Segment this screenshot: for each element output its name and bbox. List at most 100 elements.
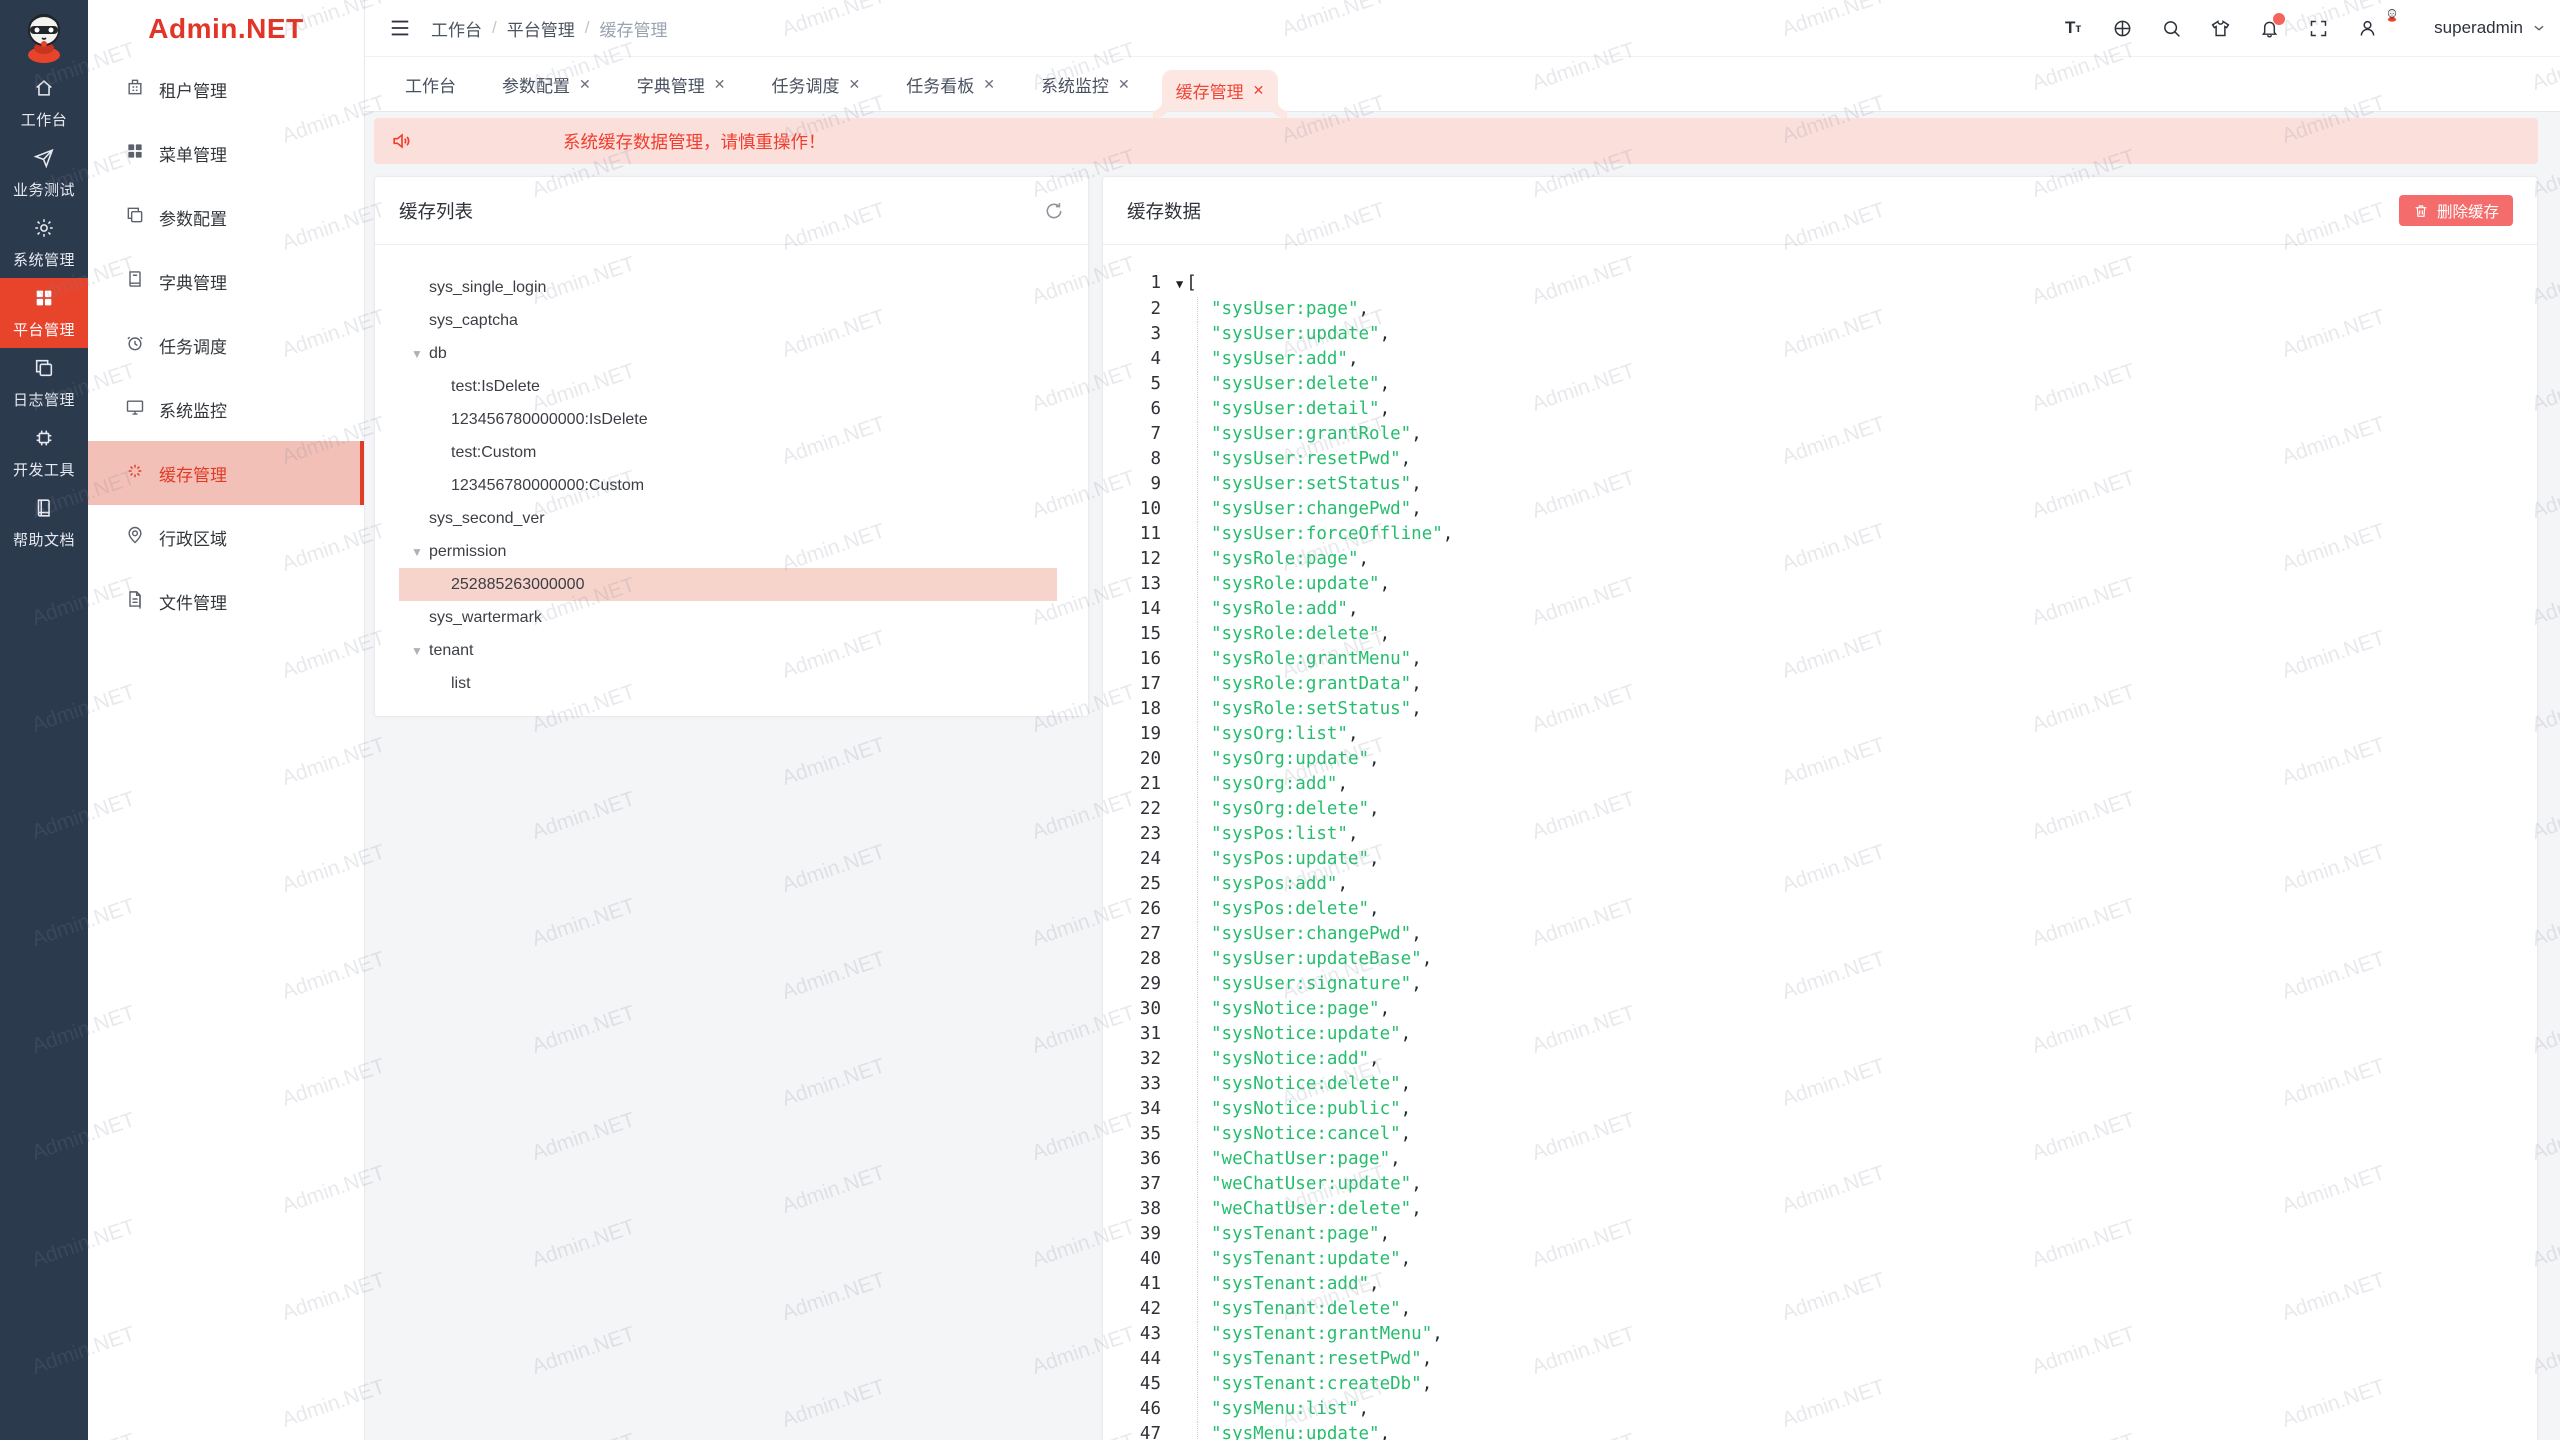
theme-icon[interactable] (2208, 16, 2232, 40)
profile-icon[interactable] (2355, 16, 2379, 40)
line-number: 21 (1103, 772, 1161, 797)
breadcrumb-item[interactable]: 平台管理 (507, 16, 575, 41)
menu-item-文件管理[interactable]: 文件管理 (88, 569, 364, 633)
comma: , (1422, 1349, 1433, 1369)
line-number: 38 (1103, 1197, 1161, 1222)
menu-item-label: 行政区域 (159, 525, 227, 550)
tree-node-permission[interactable]: ▼ permission (399, 535, 1057, 568)
tab-close-icon[interactable]: ✕ (848, 76, 860, 93)
tab-字典管理[interactable]: 字典管理✕ (623, 57, 740, 111)
menu-item-任务调度[interactable]: 任务调度 (88, 313, 364, 377)
tree-node-label: permission (429, 543, 506, 561)
caret-down-icon[interactable]: ▼ (411, 546, 425, 558)
user-menu[interactable]: superadmin (2385, 8, 2546, 48)
code-line: 41"sysTenant:add", (1103, 1272, 2537, 1297)
tree-node-db[interactable]: ▼db (399, 337, 1057, 370)
line-number: 3 (1103, 322, 1161, 347)
code-line: 6"sysUser:detail", (1103, 397, 2537, 422)
comma: , (1380, 1424, 1391, 1440)
tree-node-sys_wartermark[interactable]: sys_wartermark (399, 601, 1057, 634)
json-string: "sysOrg:update" (1211, 749, 1369, 769)
breadcrumb-item[interactable]: 缓存管理 (599, 16, 667, 41)
tab-缓存管理[interactable]: 缓存管理✕ (1162, 70, 1279, 111)
tree-node-sys_captcha[interactable]: sys_captcha (399, 304, 1057, 337)
tab-任务调度[interactable]: 任务调度✕ (757, 57, 874, 111)
json-string: "sysTenant:resetPwd" (1211, 1349, 1422, 1369)
tab-close-icon[interactable]: ✕ (1118, 76, 1130, 93)
comma: , (1390, 1149, 1401, 1169)
rail-item-平台管理[interactable]: 平台管理 (0, 278, 88, 348)
rail-item-帮助文档[interactable]: 帮助文档 (0, 488, 88, 558)
tree-node-123456780000000:IsDelete[interactable]: 123456780000000:IsDelete (399, 403, 1057, 436)
grid-icon (33, 287, 55, 314)
code-line: 35"sysNotice:cancel", (1103, 1122, 2537, 1147)
cache-tree: sys_single_loginsys_captcha▼dbtest:IsDel… (375, 245, 1088, 700)
json-string: "sysMenu:list" (1211, 1399, 1359, 1419)
search-icon[interactable] (2159, 16, 2183, 40)
grid-icon (125, 141, 145, 166)
menu-item-系统监控[interactable]: 系统监控 (88, 377, 364, 441)
collapse-caret-icon[interactable]: ▼ (1176, 277, 1183, 291)
menu-item-菜单管理[interactable]: 菜单管理 (88, 121, 364, 185)
code-line: 44"sysTenant:resetPwd", (1103, 1347, 2537, 1372)
collapse-menu-icon[interactable] (389, 17, 411, 39)
line-number: 2 (1103, 297, 1161, 322)
tree-node-252885263000000[interactable]: 252885263000000 (399, 568, 1057, 601)
menu-item-参数配置[interactable]: 参数配置 (88, 185, 364, 249)
rail-item-工作台[interactable]: 工作台 (0, 68, 88, 138)
menu-item-租户管理[interactable]: 租户管理 (88, 57, 364, 121)
line-number: 6 (1103, 397, 1161, 422)
tab-close-icon[interactable]: ✕ (714, 76, 726, 93)
rail-item-开发工具[interactable]: 开发工具 (0, 418, 88, 488)
line-number: 42 (1103, 1297, 1161, 1322)
rail-item-日志管理[interactable]: 日志管理 (0, 348, 88, 418)
tab-close-icon[interactable]: ✕ (579, 76, 591, 93)
cache-list-panel: 缓存列表 sys_single_loginsys_captcha▼dbtest:… (374, 176, 1089, 717)
tab-参数配置[interactable]: 参数配置✕ (488, 57, 605, 111)
font-size-icon[interactable]: Tт (2061, 16, 2085, 40)
tab-close-icon[interactable]: ✕ (1253, 82, 1265, 99)
comma: , (1380, 324, 1391, 344)
burst-icon (125, 461, 145, 486)
notification-icon[interactable] (2257, 16, 2281, 40)
tree-node-test:IsDelete[interactable]: test:IsDelete (399, 370, 1057, 403)
avatar (2385, 8, 2425, 48)
fullscreen-icon[interactable] (2306, 16, 2330, 40)
line-number: 28 (1103, 947, 1161, 972)
rail-item-业务测试[interactable]: 业务测试 (0, 138, 88, 208)
breadcrumb-item[interactable]: 工作台 (431, 16, 482, 41)
code-line: 43"sysTenant:grantMenu", (1103, 1322, 2537, 1347)
line-number: 22 (1103, 797, 1161, 822)
language-icon[interactable] (2110, 16, 2134, 40)
line-number: 17 (1103, 672, 1161, 697)
tree-node-test:Custom[interactable]: test:Custom (399, 436, 1057, 469)
line-number: 46 (1103, 1397, 1161, 1422)
comma: , (1411, 474, 1422, 494)
tab-bar: 工作台参数配置✕ 字典管理✕ 任务调度✕ 任务看板✕ 系统监控✕ 缓存管理✕ (365, 57, 2560, 112)
json-string: "weChatUser:update" (1211, 1174, 1411, 1194)
json-string: "sysUser:changePwd" (1211, 924, 1411, 944)
menu-item-字典管理[interactable]: 字典管理 (88, 249, 364, 313)
tenant-icon (125, 77, 145, 102)
refresh-icon[interactable] (1044, 201, 1064, 221)
caret-down-icon[interactable]: ▼ (411, 645, 425, 657)
menu-item-缓存管理[interactable]: 缓存管理 (88, 441, 364, 505)
tab-任务看板[interactable]: 任务看板✕ (892, 57, 1009, 111)
tree-node-tenant[interactable]: ▼tenant (399, 634, 1057, 667)
tree-node-sys_single_login[interactable]: sys_single_login (399, 271, 1057, 304)
tab-系统监控[interactable]: 系统监控✕ (1027, 57, 1144, 111)
caret-down-icon[interactable]: ▼ (411, 348, 425, 360)
rail-item-系统管理[interactable]: 系统管理 (0, 208, 88, 278)
code-line: 14"sysRole:add", (1103, 597, 2537, 622)
tab-工作台[interactable]: 工作台 (391, 57, 470, 111)
comma: , (1359, 299, 1370, 319)
delete-cache-button[interactable]: 删除缓存 (2399, 195, 2513, 226)
menu-item-行政区域[interactable]: 行政区域 (88, 505, 364, 569)
cache-data-header: 缓存数据 删除缓存 (1103, 177, 2537, 245)
tree-node-123456780000000:Custom[interactable]: 123456780000000:Custom (399, 469, 1057, 502)
tree-node-list[interactable]: list (399, 667, 1057, 700)
comma: , (1369, 749, 1380, 769)
tab-close-icon[interactable]: ✕ (983, 76, 995, 93)
breadcrumb-separator: / (492, 18, 497, 38)
tree-node-sys_second_ver[interactable]: sys_second_ver (399, 502, 1057, 535)
